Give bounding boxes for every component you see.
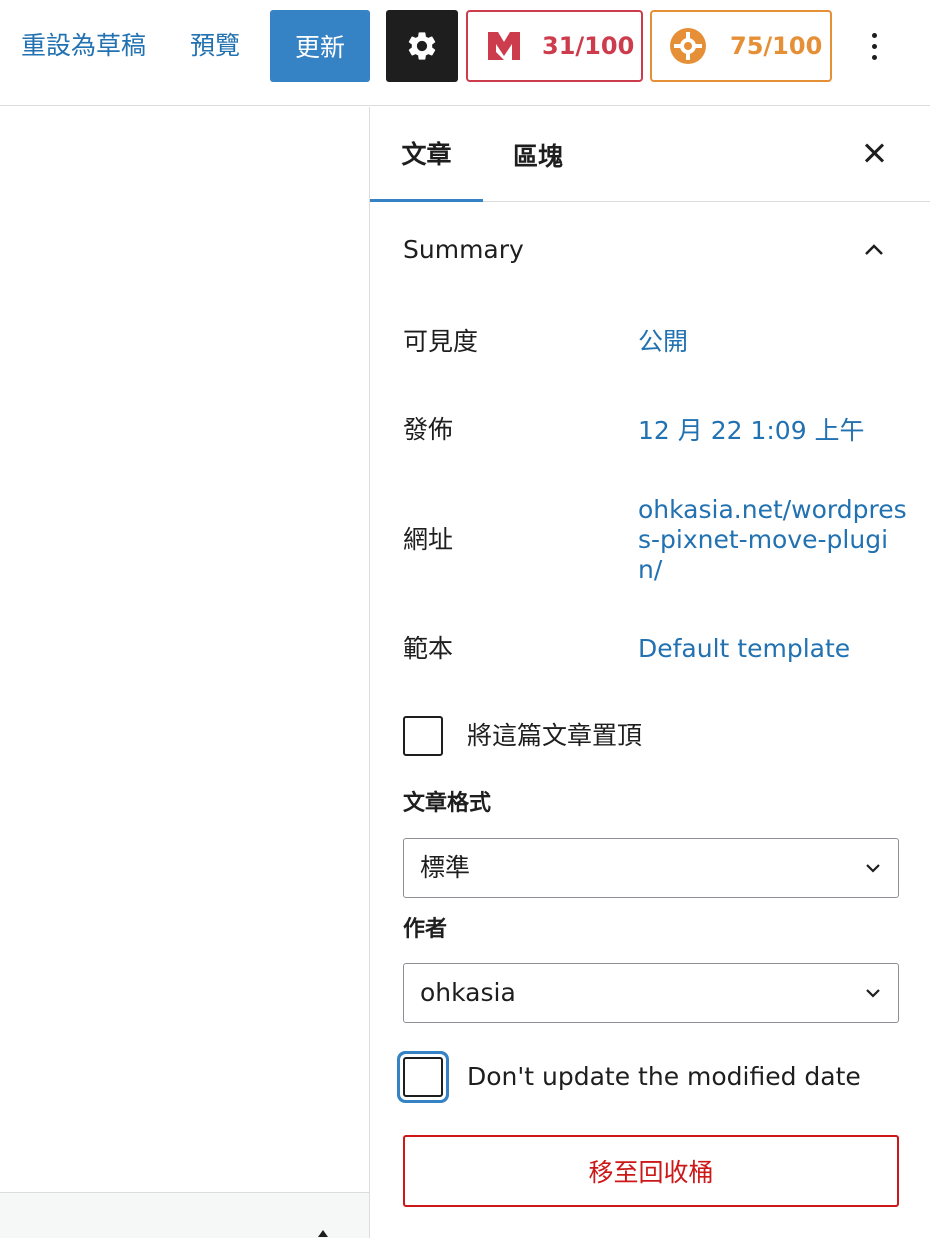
readability-score-button[interactable]: 75/100	[650, 10, 832, 82]
visibility-value-link[interactable]: 公開	[638, 327, 908, 357]
editor-toolbar: 重設為草稿 預覽 更新 31/100 75/100	[0, 0, 930, 106]
settings-sidebar: 文章 區塊 Summary 可見度 公開 發佈 12 月 22 1:09 上午 …	[369, 107, 930, 1238]
editor-canvas[interactable]	[0, 107, 369, 1238]
more-options-button[interactable]	[856, 24, 892, 68]
tab-post[interactable]: 文章	[370, 107, 483, 202]
no-modified-date-checkbox[interactable]	[403, 1057, 443, 1097]
tab-block-label: 區塊	[512, 141, 563, 171]
update-button-label: 更新	[294, 33, 345, 62]
template-link[interactable]: Default template	[638, 634, 908, 664]
sticky-checkbox[interactable]	[403, 716, 443, 756]
seo-score-value: 31/100	[542, 32, 635, 60]
close-icon[interactable]	[858, 137, 890, 169]
post-format-value: 標準	[420, 853, 471, 882]
summary-panel-title[interactable]: Summary	[403, 233, 524, 267]
move-to-trash-button[interactable]: 移至回收桶	[403, 1135, 899, 1207]
caret-up-icon[interactable]	[318, 1230, 328, 1237]
url-label: 網址	[403, 525, 454, 554]
preview-button[interactable]: 預覽	[190, 28, 240, 64]
author-select[interactable]: ohkasia	[403, 963, 899, 1023]
move-to-trash-label: 移至回收桶	[588, 1158, 714, 1187]
plugin-gear-icon	[670, 28, 706, 64]
seo-plugin-logo-icon	[488, 32, 520, 60]
publish-date-link[interactable]: 12 月 22 1:09 上午	[638, 416, 908, 446]
no-modified-date-label[interactable]: Don't update the modified date	[467, 1060, 861, 1094]
readability-score-value: 75/100	[730, 32, 823, 60]
author-label: 作者	[403, 917, 448, 942]
sidebar-tabs: 文章 區塊	[370, 107, 930, 202]
sticky-label[interactable]: 將這篇文章置頂	[467, 719, 642, 753]
update-button[interactable]: 更新	[270, 10, 370, 82]
permalink-link[interactable]: ohkasia.net/wordpress-pixnet-move-plugin…	[638, 495, 908, 585]
editor-footer	[0, 1192, 369, 1238]
more-vertical-icon	[871, 32, 877, 38]
publish-label: 發佈	[403, 415, 454, 444]
chevron-down-icon	[866, 989, 880, 998]
template-label: 範本	[403, 634, 454, 663]
chevron-down-icon	[866, 864, 880, 873]
settings-button[interactable]	[386, 10, 458, 82]
author-value: ohkasia	[420, 978, 516, 1007]
tab-post-label: 文章	[401, 140, 452, 169]
post-format-select[interactable]: 標準	[403, 838, 899, 898]
revert-to-draft-button[interactable]: 重設為草稿	[21, 28, 146, 64]
chevron-up-icon[interactable]	[863, 239, 885, 261]
seo-score-button[interactable]: 31/100	[466, 10, 643, 82]
gear-icon	[408, 32, 436, 60]
tab-block[interactable]: 區塊	[483, 107, 593, 202]
post-format-label: 文章格式	[403, 791, 492, 816]
visibility-label: 可見度	[403, 327, 479, 356]
